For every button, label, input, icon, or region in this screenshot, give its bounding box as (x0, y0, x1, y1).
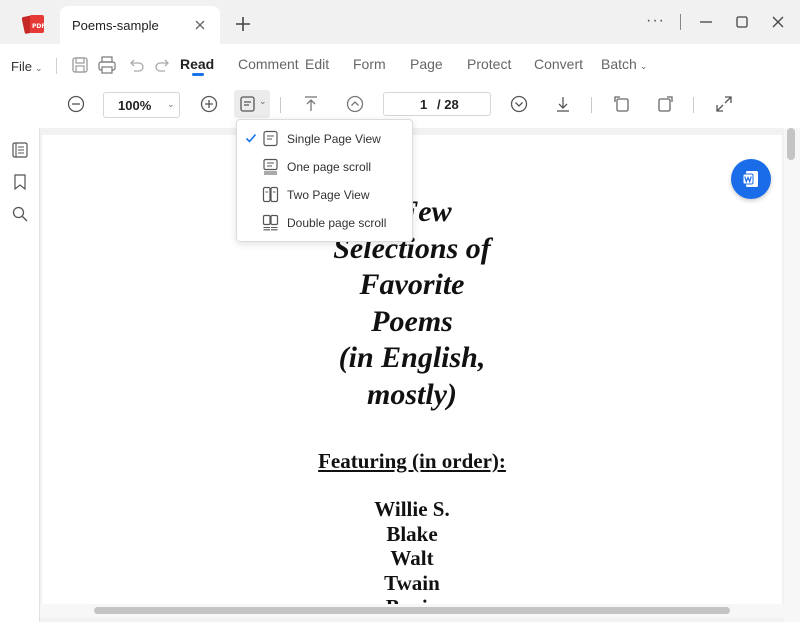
title-line: Poems (371, 304, 453, 338)
bookmark-icon[interactable] (11, 173, 29, 191)
page-scroll-icon (263, 158, 278, 175)
tab-edit[interactable]: Edit (305, 56, 329, 72)
author-name: Walt (390, 546, 434, 570)
tab-batch-label: Batch (601, 56, 637, 72)
chevron-down-icon: ⌄ (639, 61, 648, 71)
pdf-reader-app: PDF Poems-sample ··· File ⌄ Read Comment… (0, 0, 800, 622)
thumbnails-icon[interactable] (11, 141, 29, 159)
rotate-right-icon[interactable] (655, 94, 675, 114)
more-options-icon[interactable]: ··· (646, 12, 668, 32)
view-option-two-page[interactable]: Two Page View (237, 181, 412, 209)
maximize-icon[interactable] (734, 14, 750, 30)
title-line: mostly) (367, 377, 457, 411)
tab-comment[interactable]: Comment (238, 56, 299, 72)
file-menu[interactable]: File ⌄ (11, 59, 43, 74)
menu-separator (56, 58, 57, 74)
convert-to-word-button[interactable] (731, 159, 771, 199)
undo-icon[interactable] (126, 55, 146, 75)
view-option-double-page-scroll[interactable]: Double page scroll (237, 209, 412, 237)
word-icon (742, 171, 758, 187)
tab-read[interactable]: Read (180, 56, 214, 72)
view-option-label: One page scroll (287, 160, 372, 174)
checkmark-icon (245, 133, 257, 143)
tab-title: Poems-sample (72, 18, 159, 33)
document-tab[interactable]: Poems-sample (60, 6, 220, 44)
rotate-left-icon[interactable] (612, 94, 632, 114)
new-tab-plus-icon[interactable] (234, 15, 252, 33)
minimize-icon[interactable] (698, 14, 714, 30)
title-line: (in English, (338, 341, 486, 374)
menu-bar: File ⌄ Read Comment Edit Form Page Protec… (0, 44, 800, 84)
print-icon[interactable] (97, 55, 117, 75)
tab-convert[interactable]: Convert (534, 56, 583, 72)
double-scroll-icon (262, 214, 279, 231)
tab-protect[interactable]: Protect (467, 56, 511, 72)
view-mode-dropdown: Single Page View One page scroll Two Pag… (236, 119, 413, 242)
zoom-out-icon[interactable] (66, 94, 86, 114)
chevron-down-icon: ⌄ (167, 99, 175, 109)
view-option-label: Double page scroll (287, 216, 387, 230)
toolbar-separator (591, 97, 592, 113)
svg-text:PDF: PDF (32, 23, 45, 30)
featuring-heading: Featuring (in order): (318, 449, 506, 473)
tab-form[interactable]: Form (353, 56, 386, 72)
close-tab-icon[interactable] (192, 17, 208, 33)
toolbar-separator (280, 97, 281, 113)
single-page-icon (263, 130, 278, 147)
current-page: 1 (420, 97, 428, 112)
zoom-value: 100% (118, 98, 152, 113)
left-sidebar (0, 128, 40, 622)
redo-icon[interactable] (153, 55, 173, 75)
search-icon[interactable] (11, 205, 29, 223)
page-number-input[interactable]: 1 / 28 (383, 92, 491, 116)
chevron-down-icon: ⌄ (34, 63, 43, 73)
view-mode-button[interactable]: ⌄ (234, 90, 270, 118)
file-menu-label: File (11, 59, 32, 74)
horizontal-scroll-thumb[interactable] (94, 607, 730, 614)
save-icon[interactable] (70, 55, 90, 75)
single-page-icon (240, 96, 255, 112)
window-separator (680, 14, 681, 30)
toolbar-separator (693, 97, 694, 113)
chevron-down-icon: ⌄ (259, 96, 267, 106)
next-page-icon[interactable] (509, 94, 529, 114)
last-page-icon[interactable] (553, 94, 573, 114)
title-bar: PDF Poems-sample ··· (0, 0, 800, 44)
author-name: Twain (384, 570, 440, 595)
vertical-scroll-thumb[interactable] (787, 128, 795, 160)
previous-page-icon[interactable] (345, 94, 365, 114)
author-name: Blake (386, 521, 438, 546)
view-option-one-page-scroll[interactable]: One page scroll (237, 153, 412, 181)
vertical-scrollbar[interactable] (784, 128, 800, 622)
first-page-icon[interactable] (301, 94, 321, 114)
horizontal-scrollbar[interactable] (40, 604, 784, 618)
fullscreen-icon[interactable] (714, 94, 734, 114)
total-pages: / 28 (437, 97, 459, 112)
close-window-icon[interactable] (770, 14, 786, 30)
active-tab-indicator (192, 73, 204, 76)
tab-batch[interactable]: Batch ⌄ (601, 56, 647, 72)
zoom-in-icon[interactable] (199, 94, 219, 114)
document-viewer[interactable]: A Few Selections of Favorite Poems (in E… (40, 128, 800, 622)
view-option-single-page[interactable]: Single Page View (237, 125, 412, 153)
view-option-label: Two Page View (287, 188, 370, 202)
author-name: Willie S. (374, 497, 450, 521)
author-list: Willie S. Blake Walt Twain Bonio (222, 497, 602, 620)
two-page-icon (262, 186, 279, 203)
app-logo-icon: PDF (22, 15, 45, 34)
zoom-select[interactable]: 100% ⌄ (103, 92, 180, 118)
view-option-label: Single Page View (287, 132, 381, 146)
tab-page[interactable]: Page (410, 56, 443, 72)
title-line: Favorite (359, 268, 465, 301)
